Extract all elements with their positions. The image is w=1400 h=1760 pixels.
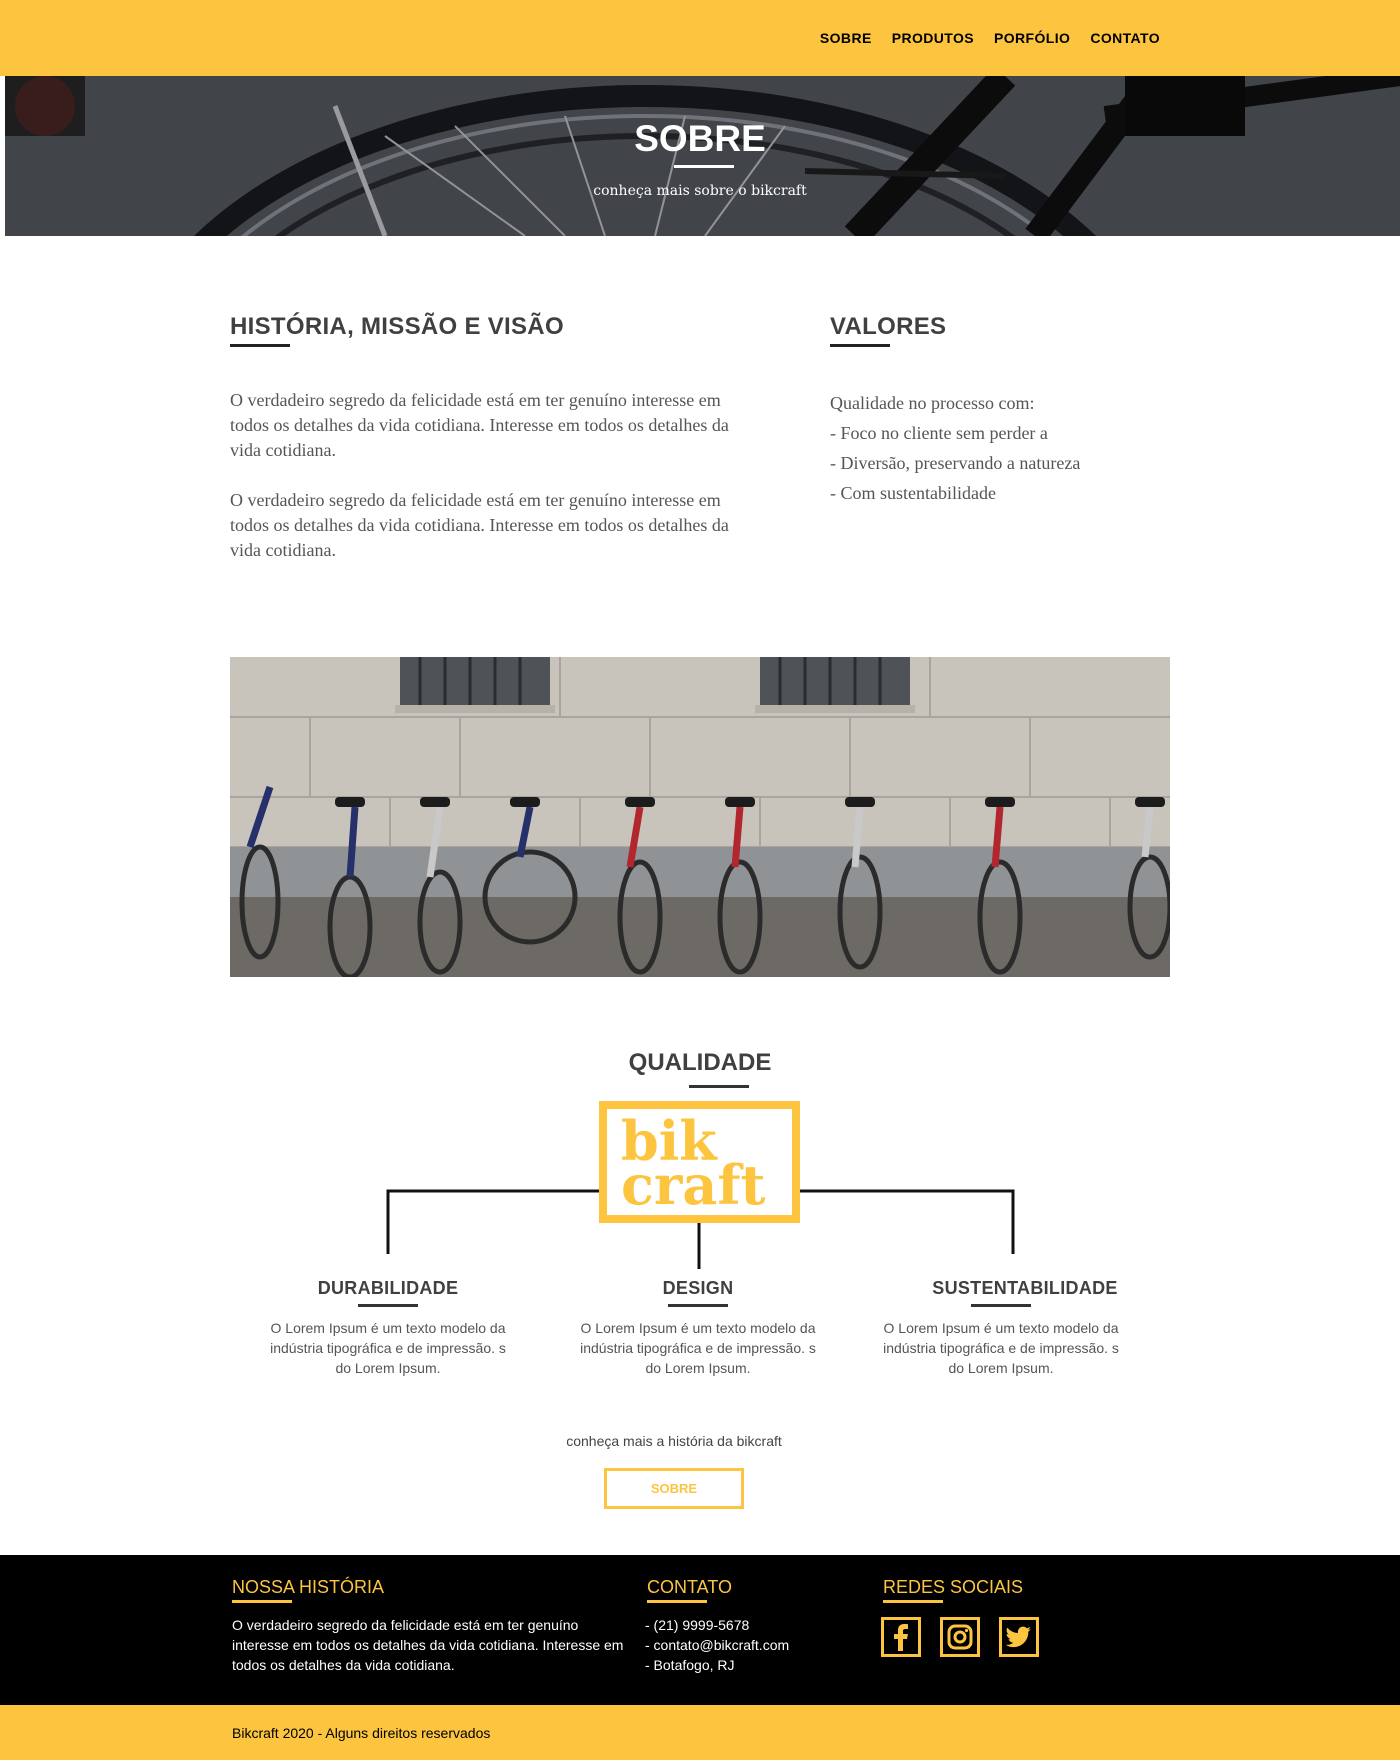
more-history-text: conheça mais a história da bikcraft	[566, 1433, 782, 1449]
footer-contact-title: CONTATO	[647, 1577, 732, 1597]
bikcraft-logo-text: bik craft	[621, 1109, 766, 1217]
main-nav: SOBRE PRODUTOS PORFÓLIO CONTATO	[820, 0, 1160, 76]
bikes-wall-image	[230, 657, 1170, 977]
footer-contact-list: - (21) 9999-5678 - contato@bikcraft.com …	[645, 1615, 789, 1675]
quality-column-title-design: DESIGN	[662, 1278, 734, 1298]
instagram-glyph	[947, 1624, 973, 1650]
copyright-bar: Bikcraft 2020 - Alguns direitos reservad…	[0, 1705, 1400, 1760]
facebook-glyph	[894, 1624, 908, 1651]
history-heading-underline	[230, 344, 290, 347]
footer-social-title: REDES SOCIAIS	[883, 1577, 1024, 1597]
footer-contact-underline	[647, 1600, 707, 1603]
quality-heading: QUALIDADE	[628, 1049, 772, 1076]
hero-banner: SOBRE conheça mais sobre o bikcraft	[5, 76, 1400, 236]
twitter-icon[interactable]	[999, 1617, 1039, 1657]
quality-column-underline	[358, 1304, 418, 1307]
history-paragraph-1: O verdadeiro segredo da felicidade está …	[230, 390, 729, 460]
values-item: - Com sustentabilidade	[830, 483, 996, 503]
history-paragraph-2: O verdadeiro segredo da felicidade está …	[230, 490, 729, 560]
quality-column-title-sustentabilidade: SUSTENTABILIDADE	[932, 1278, 1118, 1298]
facebook-icon[interactable]	[881, 1617, 921, 1657]
hero-title: SOBRE	[634, 118, 766, 159]
twitter-glyph	[1006, 1626, 1031, 1648]
bikes-photo	[230, 657, 1170, 977]
quality-column-text-sustentabilidade: O Lorem Ipsum é um texto modelo da indús…	[883, 1320, 1119, 1376]
footer-social-underline	[883, 1600, 943, 1603]
bikcraft-logo: bik craft	[599, 1101, 800, 1223]
values-item: - Foco no cliente sem perder a	[830, 423, 1048, 443]
footer-history-text: O verdadeiro segredo da felicidade está …	[232, 1617, 624, 1673]
nav-link-produtos[interactable]: PRODUTOS	[892, 30, 974, 46]
history-heading: HISTÓRIA, MISSÃO E VISÃO	[230, 313, 564, 340]
nav-link-portfolio[interactable]: PORFÓLIO	[994, 30, 1070, 46]
values-item: Qualidade no processo com:	[830, 393, 1035, 413]
nav-link-contato[interactable]: CONTATO	[1090, 30, 1160, 46]
quality-heading-underline	[689, 1085, 749, 1088]
copyright-text: Bikcraft 2020 - Alguns direitos reservad…	[232, 1725, 491, 1741]
sobre-button[interactable]: SOBRE	[604, 1468, 744, 1509]
footer-contact-email[interactable]: - contato@bikcraft.com	[645, 1635, 789, 1655]
quality-column-underline	[971, 1304, 1031, 1307]
values-item: - Diversão, preservando a natureza	[830, 453, 1081, 473]
hero-title-underline	[674, 165, 734, 168]
instagram-icon[interactable]	[940, 1617, 980, 1657]
quality-column-title-durabilidade: DURABILIDADE	[317, 1278, 459, 1298]
quality-column-underline	[668, 1304, 728, 1307]
values-heading: VALORES	[830, 313, 947, 340]
nav-link-sobre[interactable]: SOBRE	[820, 30, 872, 46]
footer-history-underline	[232, 1600, 292, 1603]
values-heading-underline	[830, 344, 890, 347]
values-list: Qualidade no processo com: - Foco no cli…	[830, 388, 1170, 508]
quality-column-text-durabilidade: O Lorem Ipsum é um texto modelo da indús…	[270, 1320, 506, 1376]
footer-history-title: NOSSA HISTÓRIA	[232, 1577, 385, 1597]
site-footer: NOSSA HISTÓRIA O verdadeiro segredo da f…	[0, 1555, 1400, 1705]
footer-contact-address: - Botafogo, RJ	[645, 1657, 735, 1673]
quality-column-text-design: O Lorem Ipsum é um texto modelo da indús…	[580, 1320, 816, 1376]
site-header: SOBRE PRODUTOS PORFÓLIO CONTATO	[0, 0, 1400, 76]
hero-subtitle: conheça mais sobre o bikcraft	[593, 183, 807, 199]
footer-contact-phone: - (21) 9999-5678	[645, 1617, 750, 1633]
